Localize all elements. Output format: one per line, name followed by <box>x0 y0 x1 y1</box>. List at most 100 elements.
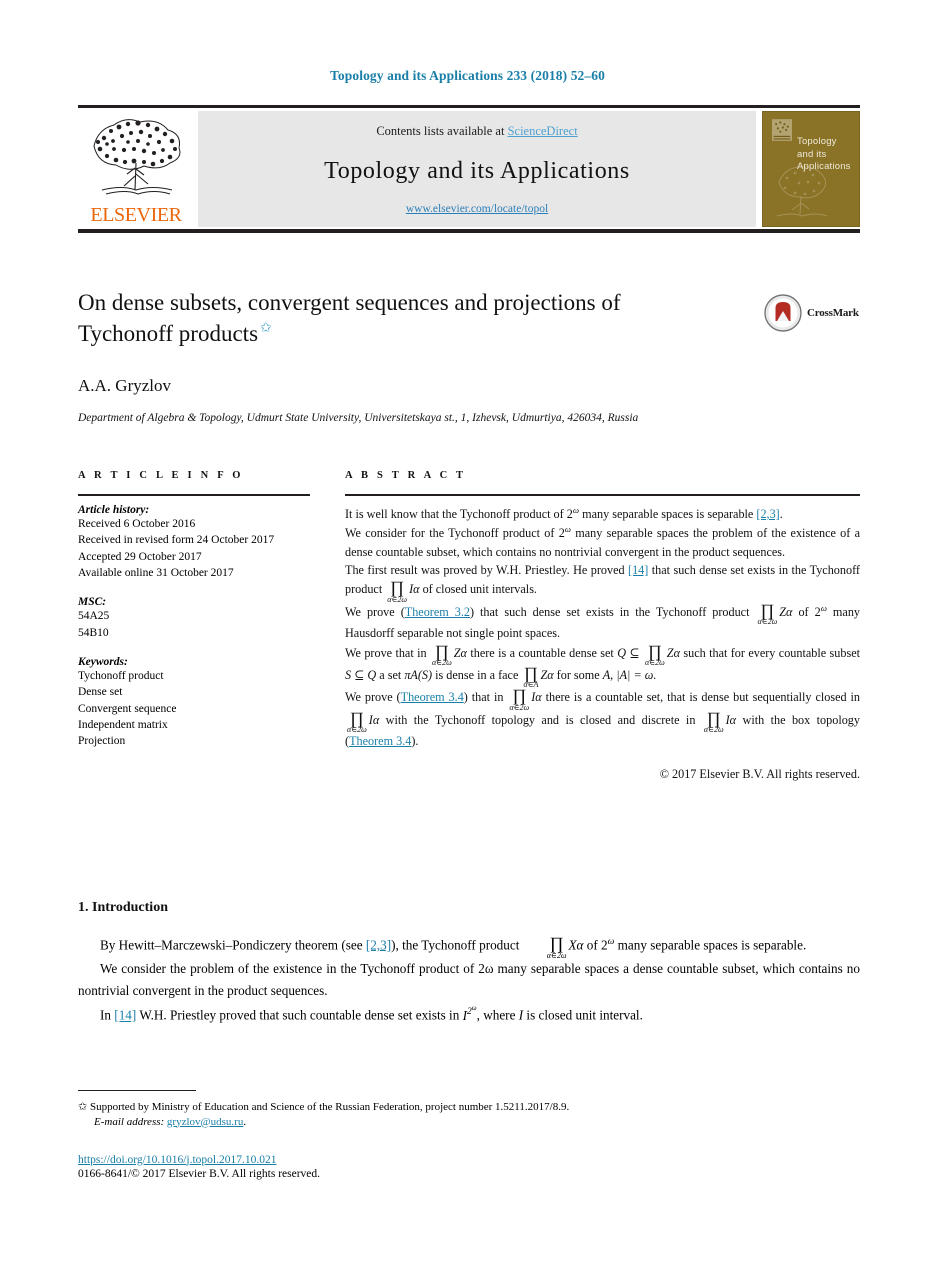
abstract-heading: A B S T R A C T <box>345 470 467 481</box>
footnote-star-marker: ✩ <box>78 1101 88 1113</box>
keyword-item: Tychonoff product <box>78 669 164 682</box>
abs-txt: many separable spaces is separable <box>579 507 757 522</box>
citation-ref[interactable]: [2,3] <box>756 507 779 521</box>
article-info-column: A R T I C L E I N F O Article history: R… <box>78 470 310 783</box>
journal-cover-thumbnail: Topology and its Applications <box>762 111 860 227</box>
prod-symbol: ∏ <box>349 708 364 728</box>
intro-txt: W.H. Priestley proved that such countabl… <box>136 1007 463 1023</box>
author-name: A.A. Gryzlov <box>78 375 172 395</box>
abs-txt: of closed unit intervals. <box>419 582 537 597</box>
abstract-paragraph-1: It is well know that the Tychonoff produ… <box>345 504 860 523</box>
intro-txt: of 2 <box>583 937 608 953</box>
intro-txt: many separable spaces is separable. <box>614 937 807 953</box>
abs-txt: of 2 <box>792 604 821 619</box>
prod-subscript: α∈2ω <box>387 594 408 604</box>
theorem-ref[interactable]: Theorem 3.4 <box>401 690 464 704</box>
info-abstract-region: A R T I C L E I N F O Article history: R… <box>78 470 860 783</box>
funding-footnote: ✩ Supported by Ministry of Education and… <box>78 1099 860 1116</box>
product-operator: ∏ α∈2ω <box>757 600 777 626</box>
journal-title: Topology and its Applications <box>324 157 630 184</box>
product-operator: ∏ α∈2ω <box>387 578 408 604</box>
keywords-label: Keywords: <box>78 655 128 668</box>
product-operator: ∏ α∈2ω <box>347 708 367 734</box>
set-Q: Q <box>367 667 377 682</box>
footnote-rule <box>78 1090 196 1091</box>
prod-subscript: α∈2ω <box>431 657 452 667</box>
history-item: Available online 31 October 2017 <box>78 566 234 579</box>
intro-paragraph-2: We consider the problem of the existence… <box>78 960 860 999</box>
intro-txt: By Hewitt–Marczewski–Pondiczery theorem … <box>100 937 366 953</box>
crossmark-icon <box>764 294 802 332</box>
issn-copyright: 0166-8641/© 2017 Elsevier B.V. All right… <box>78 1167 321 1180</box>
banner-top-rule <box>78 105 860 108</box>
crossmark-badge[interactable]: CrossMark <box>764 293 860 333</box>
prod-symbol: ∏ <box>549 934 564 954</box>
journal-url-link[interactable]: www.elsevier.com/locate/topol <box>406 203 548 215</box>
contents-prefix: Contents lists available at <box>376 124 508 138</box>
product-operator: ∏ α∈2ω <box>509 687 529 711</box>
prod-symbol: ∏ <box>523 663 538 683</box>
keyword-item: Convergent sequence <box>78 702 177 715</box>
I-alpha: Iα <box>725 712 737 727</box>
doi-link[interactable]: https://doi.org/10.1016/j.topol.2017.10.… <box>78 1154 277 1166</box>
abs-txt: with the Tychonoff topology and is close… <box>379 712 702 727</box>
abs-txt: The first result was proved by W.H. Prie… <box>345 563 629 578</box>
cardinality-A: |A| = ω. <box>616 667 657 682</box>
abstract-body: It is well know that the Tychonoff produ… <box>345 504 860 783</box>
intro-txt: is closed unit interval. <box>523 1007 643 1023</box>
keyword-item: Independent matrix <box>78 718 168 731</box>
msc-label: MSC: <box>78 596 107 609</box>
prod-subscript: α∈2ω <box>645 657 665 667</box>
product-operator: ∏ α∈2ω <box>525 934 567 959</box>
journal-banner: ELSEVIER Contents lists available at Sci… <box>78 105 860 233</box>
abstract-copyright: © 2017 Elsevier B.V. All rights reserved… <box>659 766 860 781</box>
sciencedirect-link[interactable]: ScienceDirect <box>508 124 578 138</box>
keyword-item: Dense set <box>78 686 123 699</box>
theorem-ref[interactable]: Theorem 3.2 <box>405 605 470 619</box>
intro-paragraph-3: In [14] W.H. Priestley proved that such … <box>78 1003 860 1027</box>
elsevier-tree-icon <box>93 119 181 195</box>
subseteq-symbol: ⊆ <box>629 645 640 660</box>
title-footnote-marker: ✩ <box>260 321 272 337</box>
article-info-rule <box>78 494 310 496</box>
introduction-section: 1. Introduction By Hewitt–Marczewski–Pon… <box>78 900 860 1027</box>
prod-symbol: ∏ <box>760 600 775 620</box>
page-footer: ✩ Supported by Ministry of Education and… <box>78 1090 860 1180</box>
intro-txt: ), the Tychonoff product <box>391 937 523 953</box>
prod-subscript: α∈2ω <box>703 725 724 735</box>
abs-txt: We consider for the Tychonoff product of… <box>345 526 565 541</box>
prod-symbol: ∏ <box>434 641 449 661</box>
introduction-body: By Hewitt–Marczewski–Pondiczery theorem … <box>78 934 860 1027</box>
abs-txt: there is a countable set, that is dense … <box>541 690 860 705</box>
email-period: . <box>243 1115 247 1128</box>
email-label: E-mail address: <box>94 1115 165 1128</box>
abstract-paragraph-4: We prove (Theorem 3.2) that such dense s… <box>345 602 860 643</box>
intro-paragraph-1: By Hewitt–Marczewski–Pondiczery theorem … <box>78 934 860 959</box>
section-heading: 1. Introduction <box>78 900 168 915</box>
msc-code: 54B10 <box>78 626 109 639</box>
abs-txt: ) that in <box>463 690 508 705</box>
elsevier-wordmark: ELSEVIER <box>90 204 182 226</box>
prod-symbol: ∏ <box>390 578 405 598</box>
abstract-paragraph-3: The first result was proved by W.H. Prie… <box>345 561 860 604</box>
email-link[interactable]: gryzlov@udsu.ru <box>167 1116 243 1128</box>
I-alpha: Iα <box>409 582 420 597</box>
theorem-ref[interactable]: Theorem 3.4 <box>349 734 411 748</box>
projection-piA-S: πA(S) <box>404 667 433 682</box>
cover-elsevier-icon <box>772 119 792 141</box>
abstract-column: A B S T R A C T It is well know that the… <box>345 470 860 783</box>
email-footnote: E-mail address: gryzlov@udsu.ru. <box>94 1116 860 1128</box>
set-S: S <box>345 667 352 682</box>
citation-ref[interactable]: [14] <box>114 1008 136 1023</box>
author-affiliation: Department of Algebra & Topology, Udmurt… <box>78 411 639 424</box>
article-history-label: Article history: <box>78 504 150 516</box>
abs-txt: It is well know that the Tychonoff produ… <box>345 507 573 522</box>
I-power: I2ω <box>462 1004 477 1023</box>
abstract-paragraph-2: We consider for the Tychonoff product of… <box>345 523 860 561</box>
doi-block: https://doi.org/10.1016/j.topol.2017.10.… <box>78 1150 860 1180</box>
abstract-rule <box>345 494 860 496</box>
running-head: Topology and its Applications 233 (2018)… <box>330 68 605 83</box>
citation-ref[interactable]: [2,3] <box>366 937 391 952</box>
citation-ref[interactable]: [14] <box>628 563 648 577</box>
prod-symbol: ∏ <box>706 708 721 728</box>
